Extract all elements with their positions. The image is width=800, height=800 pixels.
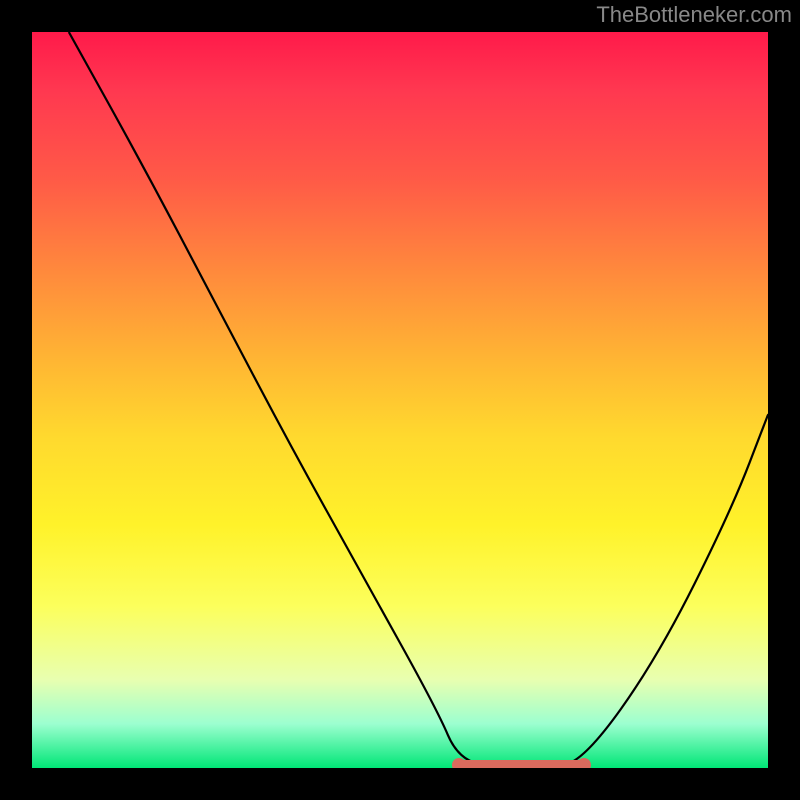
bottleneck-curve: [69, 32, 768, 768]
plot-area: [32, 32, 768, 768]
watermark-text: TheBottleneker.com: [596, 2, 792, 28]
optimal-range-bar: [459, 760, 584, 768]
curve-svg: [32, 32, 768, 768]
